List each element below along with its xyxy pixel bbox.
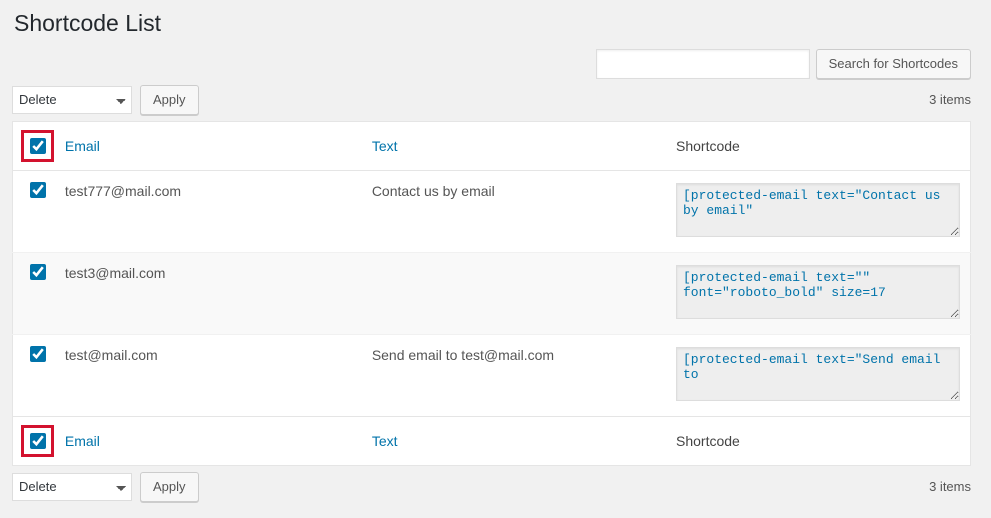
row-checkbox[interactable] xyxy=(30,264,46,280)
row-text xyxy=(362,252,666,334)
col-shortcode-header: Shortcode xyxy=(666,121,971,170)
row-checkbox[interactable] xyxy=(30,346,46,362)
row-email: test777@mail.com xyxy=(55,170,362,252)
shortcode-table: Email Text Shortcode test777@mail.com Co… xyxy=(12,121,971,466)
col-email-header[interactable]: Email xyxy=(55,121,362,170)
bulk-actions-top: Delete Apply xyxy=(12,85,199,115)
select-all-checkbox-top[interactable] xyxy=(30,138,46,154)
row-checkbox[interactable] xyxy=(30,182,46,198)
col-email-footer[interactable]: Email xyxy=(55,416,362,465)
row-text: Contact us by email xyxy=(362,170,666,252)
table-row: test@mail.com Send email to test@mail.co… xyxy=(13,334,971,416)
table-row: test3@mail.com xyxy=(13,252,971,334)
col-check-footer xyxy=(13,416,55,465)
table-row: test777@mail.com Contact us by email xyxy=(13,170,971,252)
tablenav-top: Delete Apply 3 items xyxy=(12,85,971,115)
search-bar: Search for Shortcodes xyxy=(12,49,971,79)
select-all-checkbox-bottom[interactable] xyxy=(30,433,46,449)
highlight-select-all-bottom xyxy=(21,425,54,457)
col-check-header xyxy=(13,121,55,170)
bulk-actions-bottom: Delete Apply xyxy=(12,472,199,502)
search-button[interactable]: Search for Shortcodes xyxy=(816,49,971,79)
apply-button-top[interactable]: Apply xyxy=(140,85,199,115)
bulk-action-select-bottom[interactable]: Delete xyxy=(12,473,132,501)
apply-button-bottom[interactable]: Apply xyxy=(140,472,199,502)
col-text-footer[interactable]: Text xyxy=(362,416,666,465)
col-shortcode-footer: Shortcode xyxy=(666,416,971,465)
search-input[interactable] xyxy=(596,49,810,79)
items-count-top: 3 items xyxy=(929,92,971,107)
row-shortcode[interactable] xyxy=(676,265,960,319)
highlight-select-all-top xyxy=(21,130,54,162)
row-text: Send email to test@mail.com xyxy=(362,334,666,416)
items-count-bottom: 3 items xyxy=(929,479,971,494)
row-shortcode[interactable] xyxy=(676,183,960,237)
row-email: test@mail.com xyxy=(55,334,362,416)
bulk-action-select-top[interactable]: Delete xyxy=(12,86,132,114)
page-title: Shortcode List xyxy=(12,0,971,43)
row-email: test3@mail.com xyxy=(55,252,362,334)
tablenav-bottom: Delete Apply 3 items xyxy=(12,472,971,502)
col-text-header[interactable]: Text xyxy=(362,121,666,170)
row-shortcode[interactable] xyxy=(676,347,960,401)
